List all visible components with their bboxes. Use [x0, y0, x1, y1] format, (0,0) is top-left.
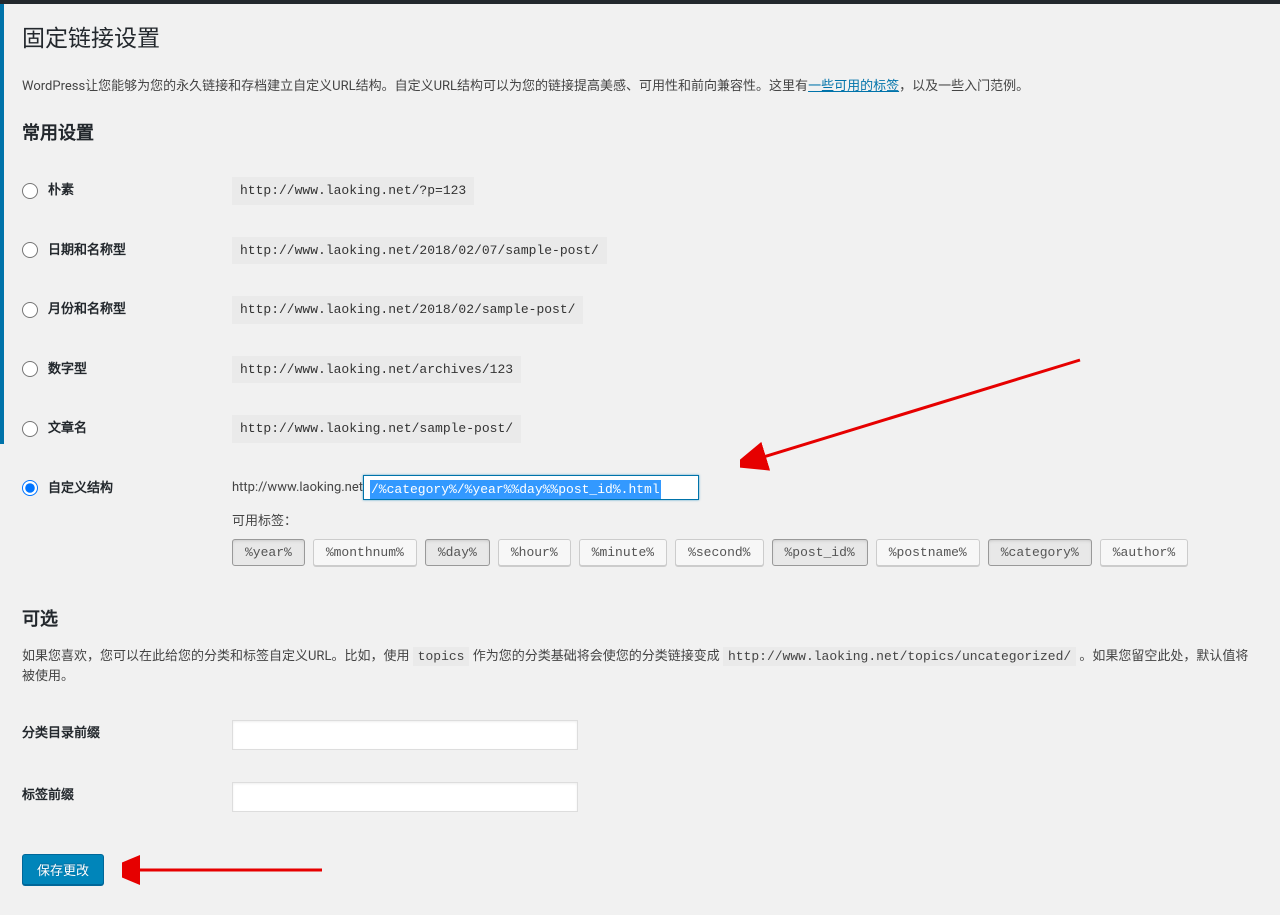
permalink-custom-row: 自定义结构http://www.laoking.net/%category%/%… [22, 459, 1258, 583]
permalink-option-row: 朴素 http://www.laoking.net/?p=123 [22, 161, 1258, 221]
permalink-radio[interactable] [22, 242, 38, 258]
permalink-radio[interactable] [22, 302, 38, 318]
tag-button[interactable]: %postname% [876, 539, 980, 566]
opt-desc-mid: 作为您的分类基础将会使您的分类链接变成 [469, 649, 722, 664]
tag-buttons-row: %year% %monthnum% %day% %hour% %minute% %seco… [232, 539, 1248, 566]
category-prefix-input[interactable] [232, 720, 578, 750]
permalink-sample-url: http://www.laoking.net/archives/123 [232, 356, 521, 384]
permalink-option-label[interactable]: 月份和名称型 [22, 300, 222, 320]
permalink-sample-url: http://www.laoking.net/2018/02/sample-po… [232, 296, 583, 324]
optional-desc: 如果您喜欢，您可以在此给您的分类和标签自定义URL。比如，使用 topics 作… [22, 647, 1258, 686]
intro-link[interactable]: 一些可用的标签 [808, 79, 899, 94]
permalink-option-label[interactable]: 朴素 [22, 181, 222, 201]
left-accent [0, 4, 4, 444]
permalink-radio[interactable] [22, 183, 38, 199]
permalink-option-row: 月份和名称型 http://www.laoking.net/2018/02/sam… [22, 280, 1258, 340]
tag-button[interactable]: %post_id% [772, 539, 868, 566]
tag-button[interactable]: %year% [232, 539, 305, 566]
submit-row: 保存更改 [22, 854, 1258, 885]
intro-text: WordPress让您能够为您的永久链接和存档建立自定义URL结构。自定义URL… [22, 77, 1258, 97]
optional-heading: 可选 [22, 606, 1258, 633]
tag-prefix-label: 标签前缀 [22, 766, 232, 828]
tag-button[interactable]: %author% [1100, 539, 1188, 566]
permalink-sample-url: http://www.laoking.net/sample-post/ [232, 415, 521, 443]
permalink-option-text: 朴素 [48, 181, 74, 201]
tag-button[interactable]: %day% [425, 539, 490, 566]
permalink-option-row: 日期和名称型 http://www.laoking.net/2018/02/07/… [22, 221, 1258, 281]
permalink-sample-url: http://www.laoking.net/?p=123 [232, 177, 474, 205]
permalink-option-text: 月份和名称型 [48, 300, 126, 320]
intro-pre: WordPress让您能够为您的永久链接和存档建立自定义URL结构。自定义URL… [22, 79, 808, 94]
intro-post: ，以及一些入门范例。 [899, 79, 1029, 94]
custom-permalink-input[interactable] [363, 475, 699, 500]
permalink-option-row: 文章名 http://www.laoking.net/sample-post/ [22, 399, 1258, 459]
permalink-radio[interactable] [22, 361, 38, 377]
permalink-option-label[interactable]: 日期和名称型 [22, 241, 222, 261]
tag-prefix-input[interactable] [232, 782, 578, 812]
content-wrap: 固定链接设置 WordPress让您能够为您的永久链接和存档建立自定义URL结构… [0, 4, 1280, 915]
opt-code1: topics [413, 647, 470, 666]
permalink-option-label[interactable]: 数字型 [22, 360, 222, 380]
tag-button[interactable]: %hour% [498, 539, 571, 566]
tag-button[interactable]: %category% [988, 539, 1092, 566]
permalink-sample-url: http://www.laoking.net/2018/02/07/sample… [232, 237, 607, 265]
opt-desc-pre: 如果您喜欢，您可以在此给您的分类和标签自定义URL。比如，使用 [22, 649, 413, 664]
permalink-option-text: 数字型 [48, 360, 87, 380]
optional-table: 分类目录前缀 标签前缀 [22, 704, 1258, 828]
site-url: http://www.laoking.net [232, 480, 363, 495]
permalink-option-label[interactable]: 文章名 [22, 419, 222, 439]
permalink-radio-custom[interactable] [22, 480, 38, 496]
permalink-custom-label[interactable]: 自定义结构 [22, 479, 222, 499]
permalink-options-table: 朴素 http://www.laoking.net/?p=123 日期和名称型 htt… [22, 161, 1258, 582]
category-prefix-label: 分类目录前缀 [22, 704, 232, 766]
opt-code2: http://www.laoking.net/topics/uncategori… [723, 647, 1076, 666]
tag-button[interactable]: %minute% [579, 539, 667, 566]
common-heading: 常用设置 [22, 120, 1258, 147]
permalink-option-row: 数字型 http://www.laoking.net/archives/123 [22, 340, 1258, 400]
tag-button[interactable]: %second% [675, 539, 763, 566]
available-tags-label: 可用标签： [232, 512, 1248, 532]
permalink-radio[interactable] [22, 421, 38, 437]
permalink-option-text: 文章名 [48, 419, 87, 439]
permalink-option-text: 日期和名称型 [48, 241, 126, 261]
page-title: 固定链接设置 [22, 18, 1258, 61]
save-button[interactable]: 保存更改 [22, 854, 104, 885]
tag-button[interactable]: %monthnum% [313, 539, 417, 566]
permalink-custom-text: 自定义结构 [48, 479, 113, 499]
annotation-arrow-save [122, 850, 342, 890]
